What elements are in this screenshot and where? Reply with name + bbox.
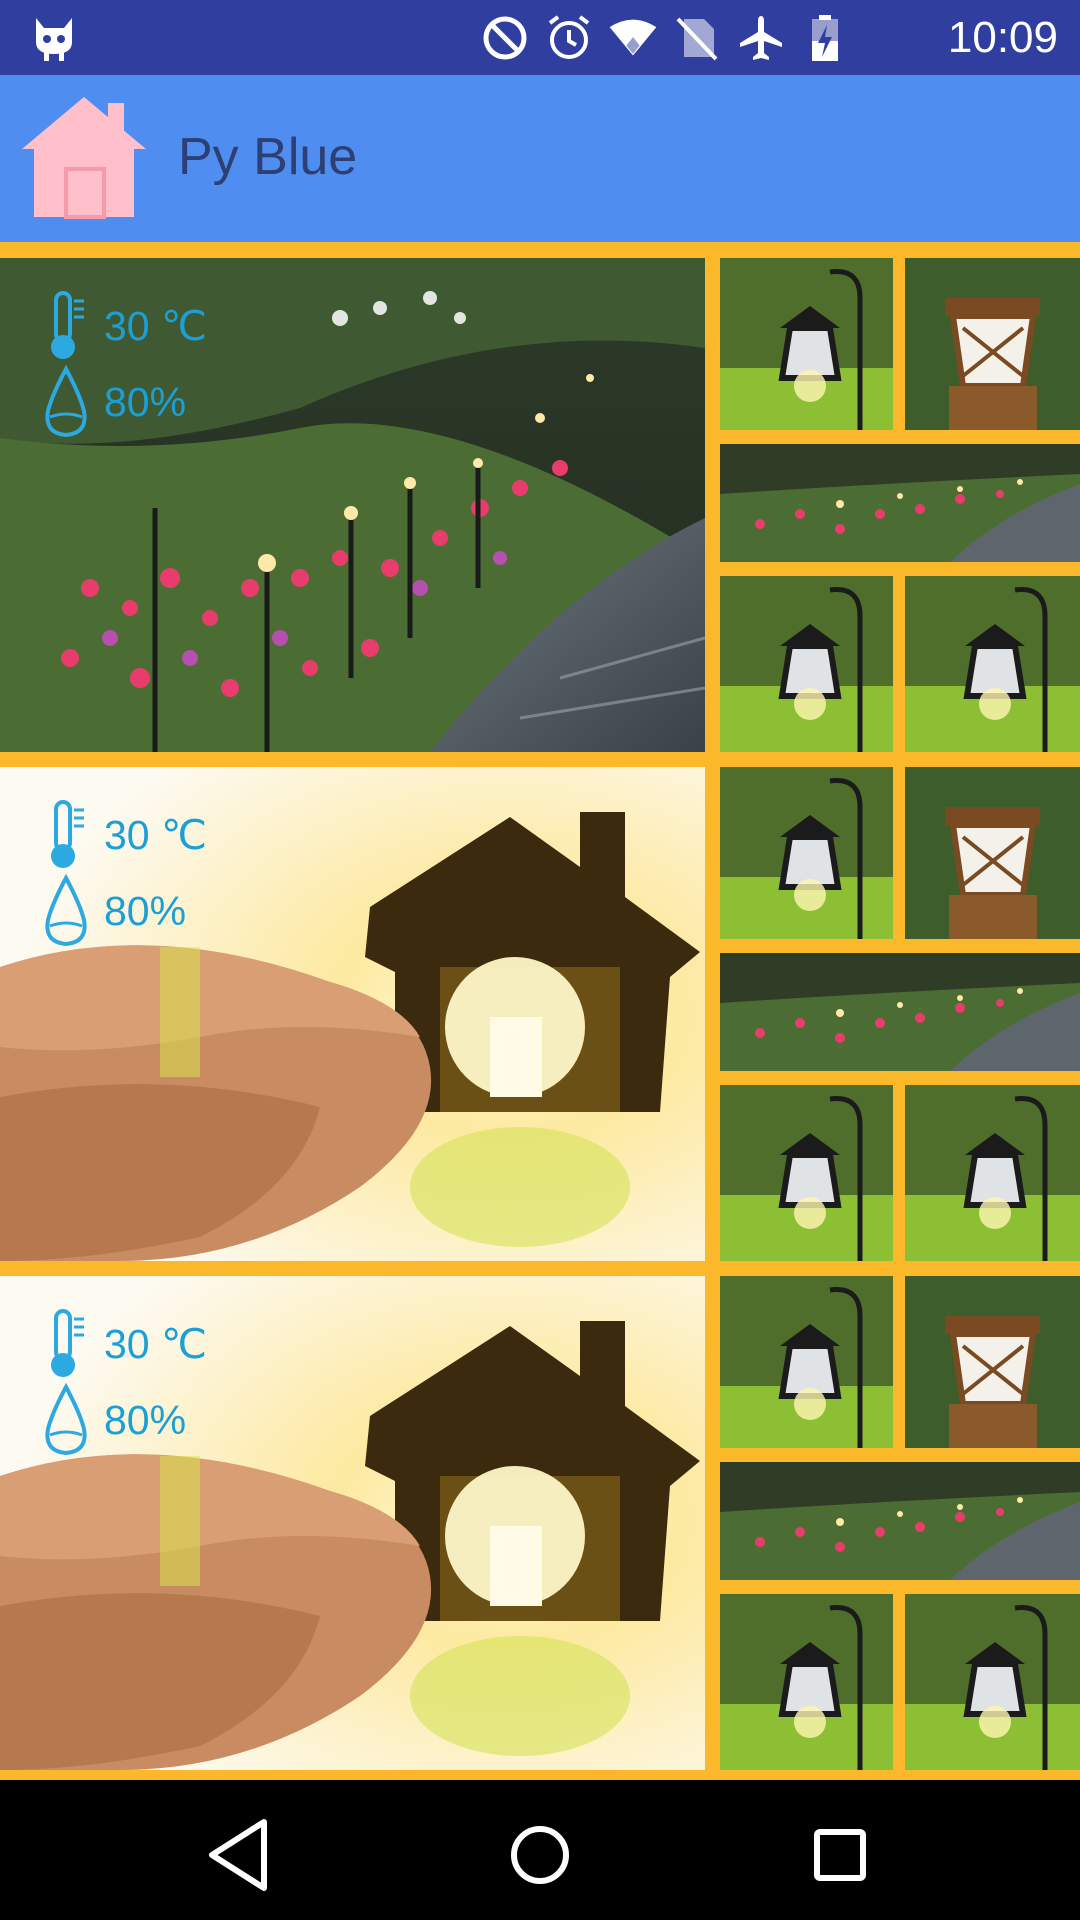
- temperature-value: 30 ℃: [104, 812, 208, 858]
- hanging-lantern-thumb[interactable]: [720, 767, 893, 939]
- garden-path-photo[interactable]: 30 ℃ 80%: [0, 258, 705, 752]
- app-title: Py Blue: [178, 128, 358, 186]
- hanging-lantern-thumb[interactable]: [720, 1594, 893, 1770]
- no-sim-icon: [676, 17, 718, 61]
- water-drop-icon: [45, 365, 87, 438]
- hanging-lantern-thumb[interactable]: [905, 576, 1080, 752]
- garden-path-thumb[interactable]: [720, 444, 1080, 562]
- garden-path-thumb[interactable]: [720, 1462, 1080, 1580]
- recents-button[interactable]: [795, 1810, 885, 1900]
- room-stats: 30 ℃ 80%: [40, 288, 207, 440]
- hanging-lantern-thumb[interactable]: [720, 1276, 893, 1448]
- alarm-icon: [548, 15, 590, 59]
- temperature-row: 30 ℃: [40, 797, 207, 873]
- temperature-value: 30 ℃: [104, 303, 208, 349]
- back-button[interactable]: [196, 1810, 286, 1900]
- do-not-disturb-icon: [483, 16, 527, 60]
- humidity-row: 80%: [40, 364, 207, 440]
- status-bar: 10:09: [0, 0, 1080, 75]
- wifi-icon: [609, 19, 657, 56]
- room-card[interactable]: 30 ℃ 80%: [0, 1276, 1080, 1770]
- house-in-hand-photo[interactable]: 30 ℃ 80%: [0, 767, 705, 1261]
- home-button[interactable]: [495, 1810, 585, 1900]
- hanging-lantern-thumb[interactable]: [905, 1085, 1080, 1261]
- house-in-hand-photo[interactable]: 30 ℃ 80%: [0, 1276, 705, 1770]
- humidity-row: 80%: [40, 1382, 207, 1458]
- device-thumbnails: [720, 258, 1080, 752]
- app-bar: Py Blue: [0, 75, 1080, 242]
- temperature-row: 30 ℃: [40, 288, 207, 364]
- thermometer-icon: [51, 1309, 84, 1377]
- humidity-row: 80%: [40, 873, 207, 949]
- device-thumbnails: [720, 767, 1080, 1261]
- room-stats: 30 ℃ 80%: [40, 1306, 207, 1458]
- humidity-value: 80%: [104, 887, 187, 934]
- garden-path-thumb[interactable]: [720, 953, 1080, 1071]
- airplane-icon: [740, 16, 782, 60]
- water-drop-icon: [45, 874, 87, 947]
- humidity-value: 80%: [104, 1396, 187, 1443]
- hanging-lantern-thumb[interactable]: [905, 1594, 1080, 1770]
- post-lantern-thumb[interactable]: [905, 258, 1080, 430]
- battery-icon: [812, 15, 838, 61]
- home-icon[interactable]: [18, 89, 153, 219]
- thermometer-icon: [51, 800, 84, 868]
- device-thumbnails: [720, 1276, 1080, 1770]
- room-stats: 30 ℃ 80%: [40, 797, 207, 949]
- navigation-bar: [0, 1776, 1080, 1920]
- screen: 10:09 Py Blue 30 ℃ 80% 30 ℃ 80% 30 ℃ 80%: [0, 0, 1080, 1920]
- post-lantern-thumb[interactable]: [905, 767, 1080, 939]
- hanging-lantern-thumb[interactable]: [720, 576, 893, 752]
- humidity-value: 80%: [104, 378, 187, 425]
- water-drop-icon: [45, 1383, 87, 1456]
- hanging-lantern-thumb[interactable]: [720, 258, 893, 430]
- room-card[interactable]: 30 ℃ 80%: [0, 767, 1080, 1261]
- hanging-lantern-thumb[interactable]: [720, 1085, 893, 1261]
- thermometer-icon: [51, 291, 84, 359]
- temperature-value: 30 ℃: [104, 1321, 208, 1367]
- android-cat-icon: [36, 18, 72, 61]
- status-time: 10:09: [947, 13, 1058, 62]
- temperature-row: 30 ℃: [40, 1306, 207, 1382]
- post-lantern-thumb[interactable]: [905, 1276, 1080, 1448]
- room-card[interactable]: 30 ℃ 80%: [0, 258, 1080, 752]
